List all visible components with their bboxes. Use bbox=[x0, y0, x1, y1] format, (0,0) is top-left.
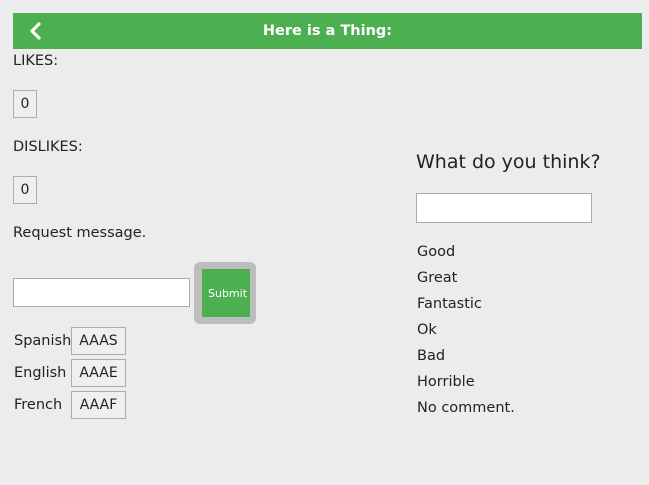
header-bar: Here is a Thing: bbox=[13, 13, 642, 49]
language-label-spanish: Spanish bbox=[14, 333, 72, 349]
french-button[interactable]: AAAF bbox=[71, 391, 126, 419]
option-bad[interactable]: Bad bbox=[417, 346, 515, 372]
feedback-options-list: Good Great Fantastic Ok Bad Horrible No … bbox=[417, 242, 515, 424]
option-good[interactable]: Good bbox=[417, 242, 515, 268]
option-horrible[interactable]: Horrible bbox=[417, 372, 515, 398]
language-label-english: English bbox=[14, 365, 67, 381]
page: Here is a Thing: LIKES: 0 DISLIKES: 0 Re… bbox=[0, 0, 649, 485]
dislikes-label: DISLIKES: bbox=[13, 139, 83, 155]
likes-button[interactable]: 0 bbox=[13, 90, 37, 118]
page-title: Here is a Thing: bbox=[262, 23, 393, 39]
option-fantastic[interactable]: Fantastic bbox=[417, 294, 515, 320]
option-great[interactable]: Great bbox=[417, 268, 515, 294]
option-no-comment[interactable]: No comment. bbox=[417, 398, 515, 424]
feedback-input[interactable] bbox=[416, 193, 592, 223]
likes-label: LIKES: bbox=[13, 53, 59, 69]
request-message-input[interactable] bbox=[13, 278, 190, 307]
feedback-question: What do you think? bbox=[416, 151, 601, 173]
submit-button[interactable]: Submit bbox=[202, 269, 250, 317]
request-message-label: Request message. bbox=[13, 225, 147, 241]
dislikes-button[interactable]: 0 bbox=[13, 176, 37, 204]
language-label-french: French bbox=[14, 397, 63, 413]
option-ok[interactable]: Ok bbox=[417, 320, 515, 346]
spanish-button[interactable]: AAAS bbox=[71, 327, 126, 355]
submit-button-focus-ring: Submit bbox=[194, 262, 256, 324]
english-button[interactable]: AAAE bbox=[71, 359, 126, 387]
